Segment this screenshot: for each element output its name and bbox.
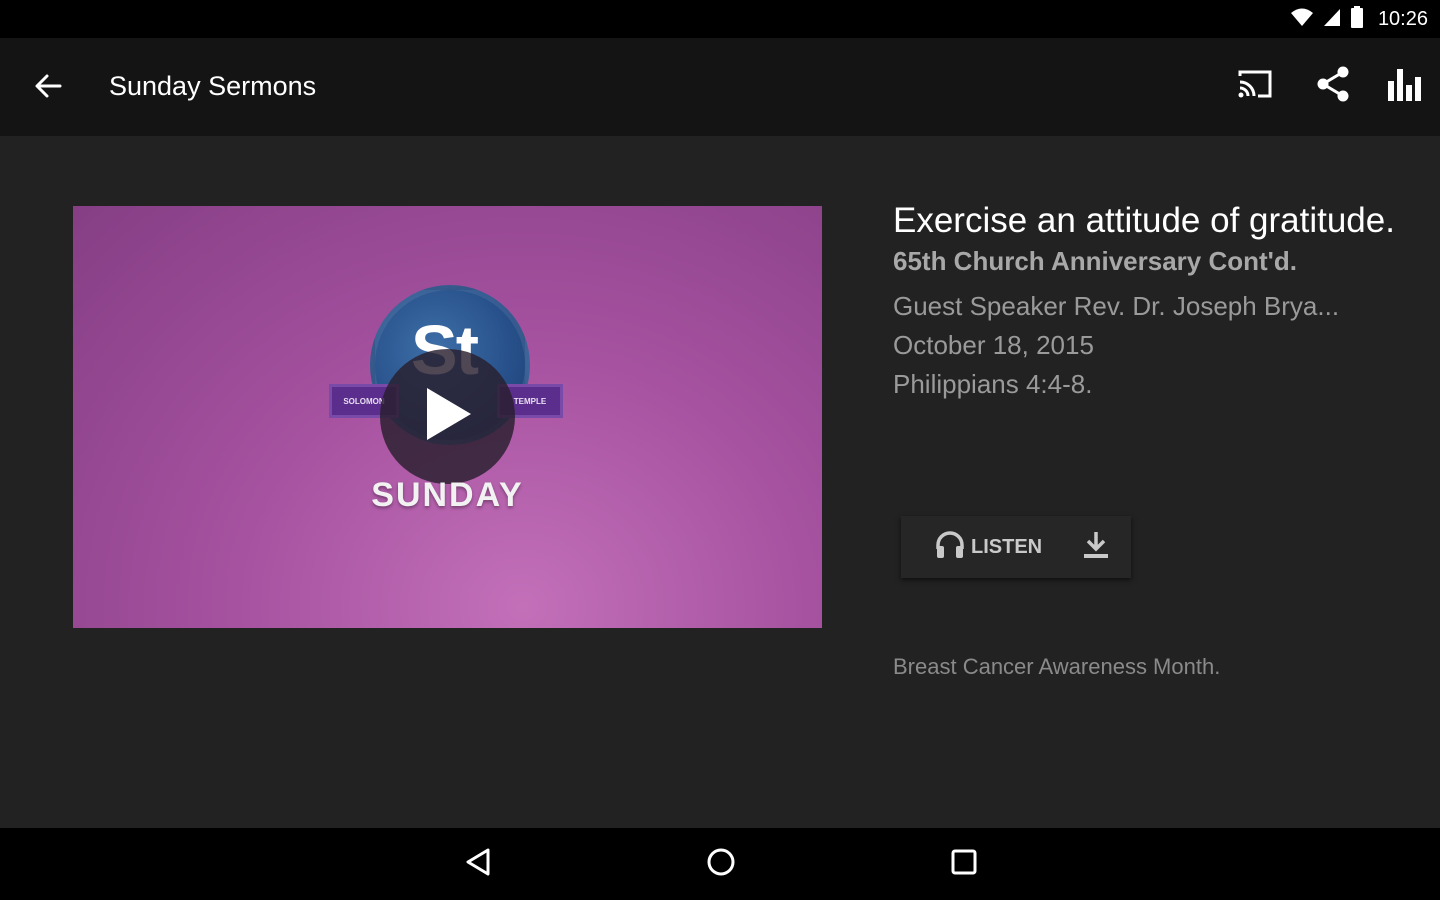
- status-time: 10:26: [1377, 7, 1428, 30]
- listen-label: LISTEN: [971, 535, 1043, 558]
- main-content: St SOLOMON TEMPLE SUNDAY Exercise an att…: [0, 136, 1440, 828]
- nav-bar: [0, 828, 1440, 900]
- triangle-back-icon: [464, 847, 492, 882]
- arrow-back-icon: [34, 72, 62, 105]
- audio-actions: LISTEN: [901, 516, 1131, 578]
- download-icon: [1082, 530, 1110, 565]
- play-icon: [423, 386, 473, 447]
- circle-home-icon: [706, 847, 736, 882]
- sermon-title: Exercise an attitude of gratitude.: [893, 201, 1395, 240]
- equalizer-icon: [1386, 67, 1424, 106]
- sermon-details: Exercise an attitude of gratitude. 65th …: [893, 200, 1413, 404]
- square-recents-icon: [950, 848, 978, 881]
- play-button[interactable]: [380, 349, 515, 484]
- page-title: Sunday Sermons: [109, 71, 317, 101]
- status-bar: 10:26: [0, 0, 1440, 38]
- listen-button[interactable]: LISTEN: [901, 516, 1061, 578]
- cast-button[interactable]: [1233, 64, 1277, 108]
- back-button[interactable]: [28, 68, 68, 108]
- nav-home-button[interactable]: [699, 842, 743, 886]
- sermon-note: Breast Cancer Awareness Month.: [893, 654, 1221, 679]
- battery-icon: [1350, 5, 1364, 33]
- wifi-icon: [1290, 7, 1314, 32]
- sermon-date: October 18, 2015: [893, 330, 1094, 360]
- cast-icon: [1236, 68, 1274, 105]
- headphones-icon: [935, 530, 965, 564]
- app-bar: Sunday Sermons: [0, 38, 1440, 136]
- sermon-speaker: Guest Speaker Rev. Dr. Joseph Brya...: [893, 291, 1340, 321]
- download-button[interactable]: [1061, 516, 1131, 578]
- share-icon: [1314, 65, 1352, 108]
- share-button[interactable]: [1311, 64, 1355, 108]
- nav-recents-button[interactable]: [942, 842, 986, 886]
- equalizer-button[interactable]: [1383, 64, 1427, 108]
- cell-signal-icon: [1322, 7, 1342, 32]
- sermon-scripture: Philippians 4:4-8.: [893, 369, 1093, 399]
- sermon-thumbnail[interactable]: St SOLOMON TEMPLE SUNDAY: [73, 206, 822, 628]
- status-icons: 10:26: [1290, 0, 1428, 38]
- sermon-subtitle: 65th Church Anniversary Cont'd.: [893, 246, 1297, 276]
- thumbnail-label: SUNDAY: [371, 476, 524, 514]
- nav-back-button[interactable]: [456, 842, 500, 886]
